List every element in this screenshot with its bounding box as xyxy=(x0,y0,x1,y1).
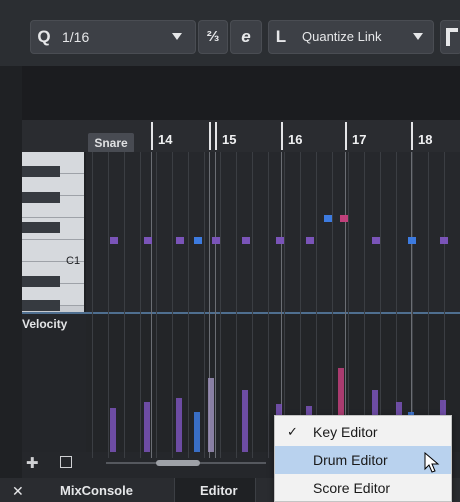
quantize-curve-icon: e xyxy=(241,27,251,46)
piano-keyboard[interactable] xyxy=(22,152,84,312)
add-lane-icon[interactable]: ✚ xyxy=(26,454,39,472)
bar-number: 15 xyxy=(222,132,237,147)
key-editor-window: Q 1/16 ⅔ e L Quantize Link Snare 14 15 1… xyxy=(0,0,460,502)
note-grid[interactable] xyxy=(86,152,460,312)
midi-note[interactable] xyxy=(306,237,314,244)
black-key[interactable] xyxy=(22,166,60,177)
midi-note[interactable] xyxy=(324,215,332,222)
bar-number: 18 xyxy=(418,132,433,147)
bar-grid-line xyxy=(151,152,152,458)
midi-note[interactable] xyxy=(440,237,448,244)
midi-note[interactable] xyxy=(212,237,220,244)
grid-line xyxy=(316,152,317,458)
bar-number: 17 xyxy=(352,132,367,147)
bar-number: 16 xyxy=(288,132,303,147)
midi-note[interactable] xyxy=(110,237,118,244)
grid-line xyxy=(332,152,333,458)
grid-line xyxy=(300,152,301,458)
bar-line xyxy=(281,122,283,150)
midi-note[interactable] xyxy=(340,215,348,222)
bar-line xyxy=(151,122,153,150)
grid-line xyxy=(156,152,157,458)
lane-presets-icon[interactable] xyxy=(60,456,72,468)
tab-editor[interactable]: Editor xyxy=(200,480,238,502)
bar-line xyxy=(209,122,211,150)
quantize-value: 1/16 xyxy=(62,29,90,45)
menu-item-key-editor[interactable]: ✓ Key Editor xyxy=(275,418,451,446)
menu-item-label: Drum Editor xyxy=(313,452,388,468)
velocity-bar[interactable] xyxy=(110,408,116,452)
midi-note[interactable] xyxy=(194,237,202,244)
menu-item-label: Key Editor xyxy=(313,424,378,440)
ruler[interactable] xyxy=(86,120,460,153)
midi-note[interactable] xyxy=(276,237,284,244)
grid-line xyxy=(188,152,189,458)
chevron-down-icon[interactable] xyxy=(413,33,423,40)
midi-note[interactable] xyxy=(408,237,416,244)
grid-line xyxy=(380,152,381,458)
chevron-down-icon[interactable] xyxy=(172,33,182,40)
menu-item-label: Score Editor xyxy=(313,480,391,496)
grid-line xyxy=(364,152,365,458)
drum-lane-label: Snare xyxy=(88,133,134,153)
grid-line xyxy=(108,152,109,458)
velocity-lane-header xyxy=(22,312,86,458)
bar-line xyxy=(411,122,413,150)
midi-note[interactable] xyxy=(144,237,152,244)
grid-line xyxy=(92,152,93,458)
midi-note[interactable] xyxy=(176,237,184,244)
midi-note[interactable] xyxy=(242,237,250,244)
length-mode-value: Quantize Link xyxy=(302,29,382,44)
grid-line xyxy=(172,152,173,458)
black-key[interactable] xyxy=(22,192,60,203)
bar-grid-line xyxy=(215,152,216,458)
velocity-bar[interactable] xyxy=(176,398,182,452)
grid-line xyxy=(348,152,349,458)
bar-line xyxy=(345,122,347,150)
grid-line xyxy=(268,152,269,458)
grid-line xyxy=(428,152,429,458)
length-icon: L xyxy=(275,27,287,46)
ruler-corner xyxy=(22,120,86,152)
checkmark-icon: ✓ xyxy=(287,424,298,439)
snap-toggle[interactable] xyxy=(440,20,460,54)
bar-line xyxy=(215,122,217,150)
velocity-bar[interactable] xyxy=(242,390,248,452)
triplet-icon: ⅔ xyxy=(206,28,220,45)
tab-mixconsole[interactable]: MixConsole xyxy=(60,480,133,502)
midi-note[interactable] xyxy=(372,237,380,244)
menu-item-score-editor[interactable]: Score Editor xyxy=(275,474,451,502)
velocity-bar[interactable] xyxy=(194,412,200,452)
velocity-label: Velocity xyxy=(22,317,68,331)
snap-icon-top xyxy=(446,28,458,32)
mouse-cursor-icon xyxy=(424,452,440,473)
black-key[interactable] xyxy=(22,222,60,233)
close-icon[interactable]: ✕ xyxy=(12,480,24,502)
grid-line xyxy=(204,152,205,458)
grid-line xyxy=(124,152,125,458)
grid-line xyxy=(220,152,221,458)
grid-line xyxy=(252,152,253,458)
black-key[interactable] xyxy=(22,276,60,287)
velocity-bar[interactable] xyxy=(208,378,214,452)
black-key[interactable] xyxy=(22,300,60,311)
info-strip xyxy=(22,66,460,120)
grid-line xyxy=(140,152,141,458)
bar-grid-line xyxy=(345,152,346,458)
quantize-icon[interactable]: Q xyxy=(34,20,54,54)
grid-line xyxy=(236,152,237,458)
velocity-bar[interactable] xyxy=(144,402,150,452)
scrollbar-thumb[interactable] xyxy=(156,460,200,466)
bar-number: 14 xyxy=(158,132,173,147)
lane-divider[interactable] xyxy=(22,312,460,314)
c1-key-label: C1 xyxy=(66,255,81,267)
grid-line xyxy=(284,152,285,458)
